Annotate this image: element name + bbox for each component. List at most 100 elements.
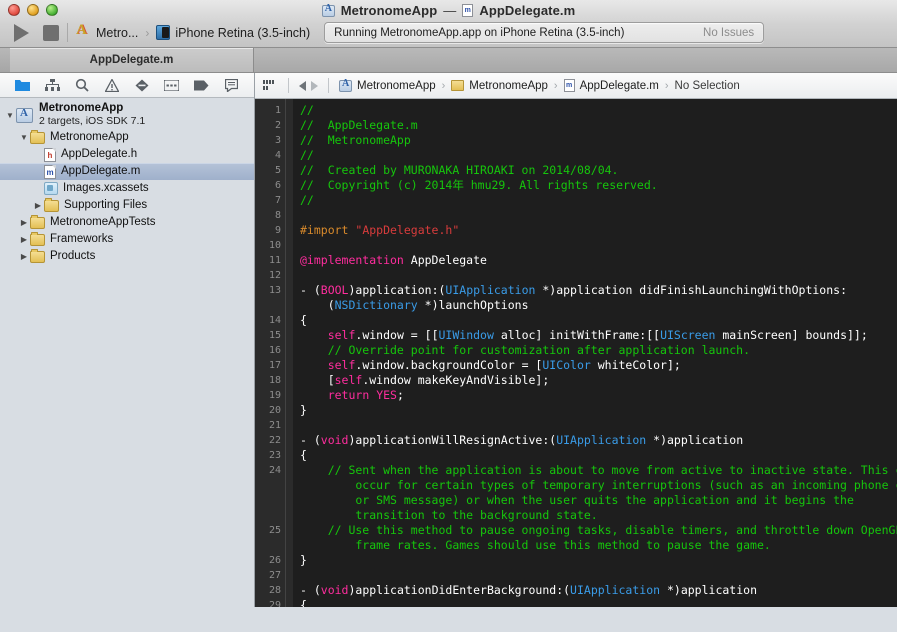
tree-item-label: Frameworks xyxy=(50,233,114,245)
line-number: 28 xyxy=(268,585,281,596)
scheme-app-icon xyxy=(76,22,91,40)
disclosure-closed-icon[interactable]: ▶ xyxy=(18,235,30,244)
tree-item-frameworks[interactable]: ▶ Frameworks xyxy=(0,231,254,248)
code-line: #import "AppDelegate.h" xyxy=(300,223,897,238)
scheme-selector[interactable]: Metro... › iPhone Retina (3.5-inch) xyxy=(76,22,310,40)
disclosure-closed-icon[interactable]: ▶ xyxy=(18,218,30,227)
scheme-separator: › xyxy=(145,25,150,40)
code-token-cmt: // AppDelegate.m xyxy=(300,118,418,132)
line-number: 22 xyxy=(268,435,281,446)
window-title-dash: — xyxy=(443,3,457,18)
disclosure-closed-icon[interactable]: ▶ xyxy=(32,201,44,210)
issues-count: No Issues xyxy=(703,26,755,39)
code-token-pln: *)launchOptions xyxy=(417,298,529,312)
tree-item-metronomeapptests[interactable]: ▶ MetronomeAppTests xyxy=(0,214,254,231)
tree-item-metronomeapp[interactable]: ▼ MetronomeApp xyxy=(0,129,254,146)
code-token-pln: mainScreen] bounds]]; xyxy=(715,328,868,342)
hierarchy-icon[interactable] xyxy=(43,77,63,94)
code-token-cmt: occur for certain types of temporary int… xyxy=(300,478,897,492)
folder-icon xyxy=(44,197,59,212)
code-token-str: "AppDelegate.h" xyxy=(355,223,460,237)
folder-icon[interactable] xyxy=(13,77,33,94)
code-line: // xyxy=(300,148,897,163)
asset-catalog-icon xyxy=(44,182,58,195)
warning-triangle-icon[interactable] xyxy=(102,77,122,94)
code-token-pln: } xyxy=(300,403,307,417)
activity-status-bar: Running MetronomeApp.app on iPhone Retin… xyxy=(324,22,765,43)
breadcrumb-item-3[interactable]: No Selection xyxy=(675,80,740,92)
disclosure-open-icon[interactable]: ▼ xyxy=(18,133,30,142)
back-button[interactable] xyxy=(299,80,306,91)
breadcrumb-item-0[interactable]: MetronomeApp xyxy=(357,80,436,92)
code-token-pln: alloc] initWithFrame:[[ xyxy=(493,328,661,342)
line-number: 6 xyxy=(274,180,281,191)
toolbar-divider xyxy=(67,23,68,42)
code-line: { xyxy=(300,448,897,463)
debug-diamond-icon[interactable] xyxy=(132,77,152,94)
code-text[interactable]: //// AppDelegate.m// MetronomeApp//// Cr… xyxy=(294,99,897,607)
source-editor[interactable]: 12345678910111213·1415161718192021222324… xyxy=(255,99,897,607)
code-token-cmt: or SMS message) or when the user quits t… xyxy=(300,493,854,507)
line-number: 15 xyxy=(268,330,281,341)
code-token-pln: *)application xyxy=(660,583,757,597)
breadcrumb-item-2[interactable]: AppDelegate.m xyxy=(580,80,659,92)
project-icon xyxy=(321,3,335,17)
line-number: 29 xyxy=(268,600,281,607)
code-line: [self.window makeKeyAndVisible]; xyxy=(300,373,897,388)
related-items-icon[interactable] xyxy=(263,80,276,91)
breadcrumb-file-icon: m xyxy=(563,79,575,92)
tree-item-images-xcassets[interactable]: ▶Images.xcassets xyxy=(0,180,254,197)
breadcrumb[interactable]: MetronomeApp › MetronomeApp › m AppDeleg… xyxy=(339,78,740,92)
code-token-cmt: transition to the background state. xyxy=(300,508,598,522)
tree-item-products[interactable]: ▶ Products xyxy=(0,248,254,265)
project-navigator-tree[interactable]: ▼ MetronomeApp2 targets, iOS SDK 7.1 ▼ Metr… xyxy=(0,98,254,607)
window-title-project: MetronomeApp xyxy=(340,3,438,18)
navigator-selector-bar xyxy=(0,73,254,98)
editor-tab-bar: AppDelegate.m xyxy=(0,48,897,73)
disclosure-closed-icon[interactable]: ▶ xyxy=(18,252,30,261)
tab-appdelegate-m[interactable]: AppDelegate.m xyxy=(10,48,254,72)
line-number: 24 xyxy=(268,465,281,476)
tree-item-appdelegate-m[interactable]: ▶mAppDelegate.m xyxy=(0,163,254,180)
code-token-typ: UIApplication xyxy=(445,283,536,297)
tree-item-supporting-files[interactable]: ▶ Supporting Files xyxy=(0,197,254,214)
code-token-kw: @implementation xyxy=(300,253,404,267)
code-line: // AppDelegate.m xyxy=(300,118,897,133)
report-comment-icon[interactable] xyxy=(221,77,241,94)
xcode-window: MetronomeApp — m AppDelegate.m Metro... … xyxy=(0,0,897,632)
code-line: self.window.backgroundColor = [UIColor w… xyxy=(300,358,897,373)
code-token-typ: UIScreen xyxy=(660,328,716,342)
file-icon: m xyxy=(462,4,474,17)
jump-bar-divider-2 xyxy=(328,78,329,93)
tree-item-metronomeapp[interactable]: ▼ MetronomeApp2 targets, iOS SDK 7.1 xyxy=(0,101,254,129)
breakpoint-tag-icon[interactable] xyxy=(191,77,211,94)
disclosure-open-icon[interactable]: ▼ xyxy=(4,111,16,120)
tree-item-label: MetronomeAppTests xyxy=(50,216,156,228)
line-number: 18 xyxy=(268,375,281,386)
breadcrumb-separator: › xyxy=(441,79,446,92)
breakpoint-list-icon[interactable] xyxy=(162,77,182,94)
code-line: { xyxy=(300,598,897,607)
line-number: 1 xyxy=(274,105,281,116)
code-token-pre: #import xyxy=(300,223,356,237)
tree-item-text: MetronomeApp 2 targets, iOS SDK 7.1 xyxy=(39,102,145,128)
code-token-pln: .window = [[ xyxy=(355,328,439,342)
code-token-typ: UIApplication xyxy=(570,583,661,597)
forward-button[interactable] xyxy=(311,80,318,91)
search-icon[interactable] xyxy=(72,77,92,94)
breadcrumb-separator: › xyxy=(553,79,558,92)
code-token-pln: } xyxy=(300,553,307,567)
code-token-pln: *)application didFinishLaunchingWithOpti… xyxy=(535,283,847,297)
code-token-pln: ( xyxy=(300,298,335,312)
code-token-pln: - ( xyxy=(300,583,321,597)
tree-item-label: AppDelegate.h xyxy=(61,148,138,160)
breadcrumb-item-1[interactable]: MetronomeApp xyxy=(469,80,548,92)
header-file-icon: h xyxy=(44,147,56,162)
tree-item-label: MetronomeApp xyxy=(50,131,129,143)
line-number: 26 xyxy=(268,555,281,566)
tree-item-label: AppDelegate.m xyxy=(61,165,141,177)
tree-item-appdelegate-h[interactable]: ▶hAppDelegate.h xyxy=(0,146,254,163)
run-button[interactable] xyxy=(14,23,29,42)
stop-button[interactable] xyxy=(43,24,59,41)
